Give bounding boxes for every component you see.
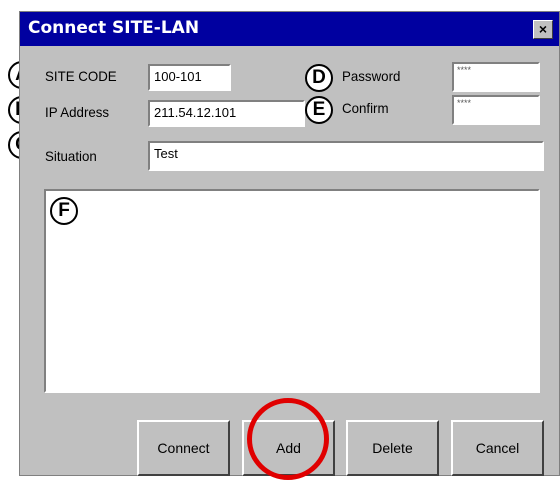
title-bar: Connect SITE-LAN × — [20, 12, 559, 46]
confirm-label: Confirm — [342, 100, 389, 116]
site-code-label: SITE CODE — [45, 68, 117, 84]
ip-address-label: IP Address — [45, 104, 110, 120]
password-value: **** — [457, 65, 472, 75]
callout-marker-d: D — [305, 64, 333, 92]
site-code-value: 100-101 — [154, 69, 202, 84]
connect-button[interactable]: Connect — [137, 420, 230, 476]
password-label: Password — [342, 68, 401, 84]
ip-address-field[interactable]: 211.54.12.101 — [148, 100, 305, 127]
site-list-box[interactable]: F — [44, 189, 540, 393]
situation-value: Test — [154, 146, 178, 161]
delete-button-label: Delete — [372, 440, 413, 456]
confirm-field[interactable]: **** — [452, 95, 540, 125]
situation-field[interactable]: Test — [148, 141, 544, 171]
cancel-button-label: Cancel — [475, 440, 520, 456]
close-icon: × — [538, 21, 548, 37]
add-button-highlight-circle — [247, 398, 329, 480]
callout-marker-f: F — [50, 197, 78, 225]
ip-address-value: 211.54.12.101 — [154, 105, 237, 120]
delete-button[interactable]: Delete — [346, 420, 439, 476]
password-field[interactable]: **** — [452, 62, 540, 92]
situation-label: Situation — [45, 148, 97, 164]
cancel-button[interactable]: Cancel — [451, 420, 544, 476]
site-code-field[interactable]: 100-101 — [148, 64, 231, 91]
dialog-title: Connect SITE-LAN — [28, 18, 200, 38]
confirm-value: **** — [457, 98, 472, 108]
close-button[interactable]: × — [533, 20, 553, 39]
callout-marker-e: E — [305, 96, 333, 124]
connect-button-label: Connect — [157, 440, 210, 456]
